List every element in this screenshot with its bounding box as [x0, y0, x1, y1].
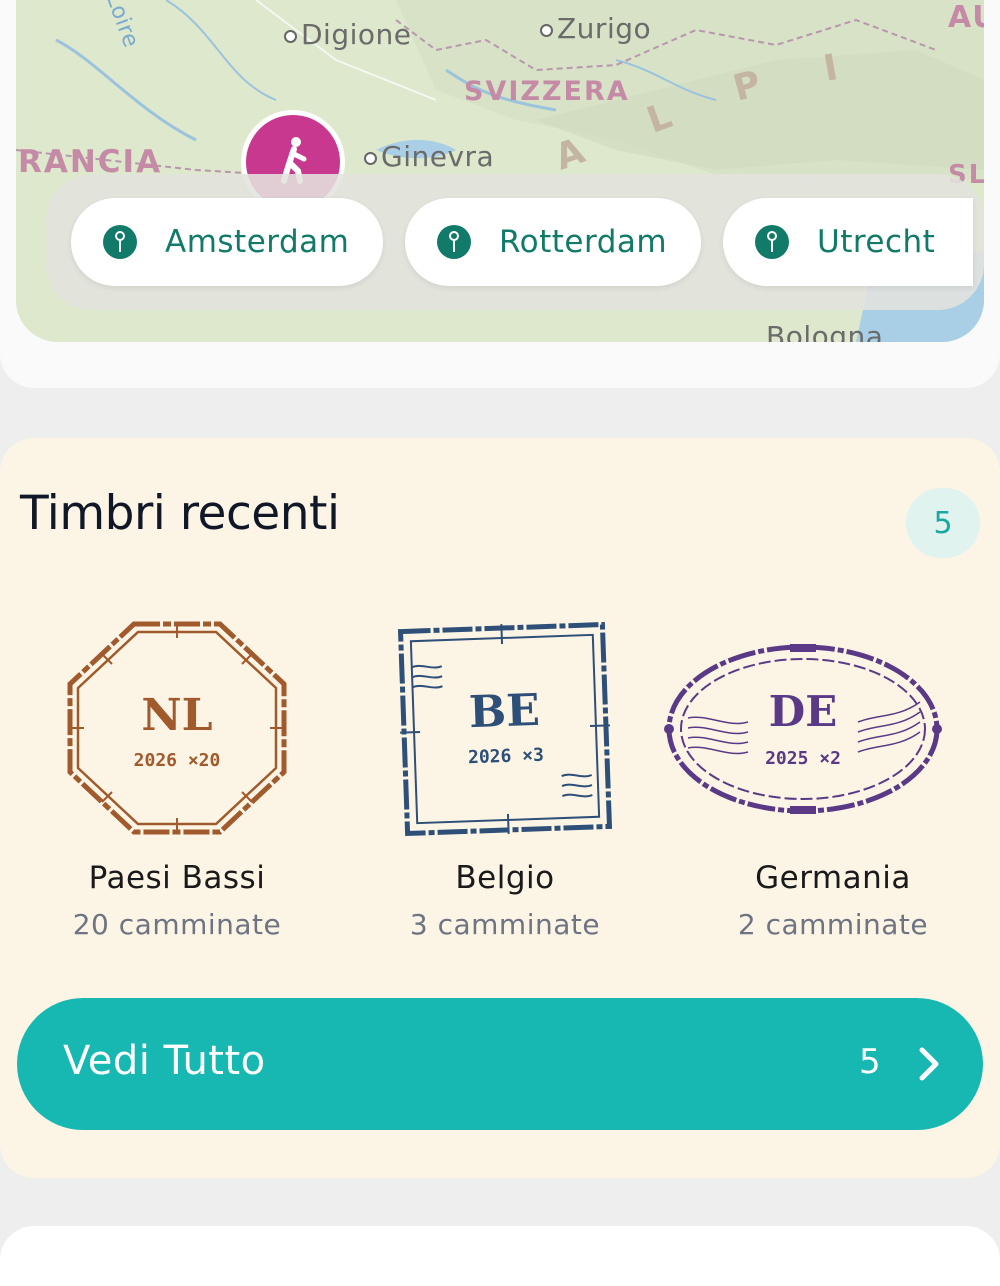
see-all-button[interactable]: Vedi Tutto 5 — [17, 998, 983, 1130]
pin-icon — [103, 225, 137, 259]
nearby-cities-bar[interactable]: Amsterdam Rotterdam Utrecht — [46, 174, 984, 310]
stamp-country-name: Germania — [755, 860, 911, 896]
map-label-zurigo-text: Zurigo — [557, 12, 652, 45]
map-label-digione-text: Digione — [301, 18, 412, 51]
city-dot-icon — [540, 23, 553, 37]
city-chip-utrecht[interactable]: Utrecht — [723, 198, 973, 286]
stamp-code: BE — [468, 685, 540, 738]
chevron-right-icon — [919, 1047, 939, 1081]
city-chip-rotterdam[interactable]: Rotterdam — [405, 198, 701, 286]
pin-icon — [437, 225, 471, 259]
stamp-country-name: Belgio — [455, 860, 555, 896]
map-card: Loire Digione Zurigo AU SVIZZERA RANCIA … — [0, 0, 1000, 388]
stamp-item-de[interactable]: DE 2025 ×2 Germania 2 camminate — [664, 618, 998, 941]
next-card — [0, 1226, 1000, 1286]
stamp-code: DE — [769, 687, 837, 736]
pin-icon — [755, 225, 789, 259]
see-all-label: Vedi Tutto — [63, 1038, 266, 1084]
map-label-au: AU — [948, 0, 984, 35]
map-label-ginevra-text: Ginevra — [381, 140, 495, 173]
stamp-meta: 2025 ×2 — [765, 748, 841, 769]
map-label-bologna: Bologna — [766, 320, 884, 342]
city-dot-icon — [364, 151, 377, 165]
stamp-walk-count: 3 camminate — [409, 908, 601, 941]
stamp-nl-icon: NL 2026 ×20 — [67, 621, 287, 835]
stamp-code: NL — [141, 690, 212, 741]
stamps-count-badge: 5 — [906, 488, 980, 558]
city-chip-label: Utrecht — [817, 224, 936, 260]
stamp-country-name: Paesi Bassi — [88, 860, 266, 896]
map-label-digione: Digione — [284, 18, 412, 51]
city-chip-label: Amsterdam — [165, 224, 350, 260]
map-view[interactable]: Loire Digione Zurigo AU SVIZZERA RANCIA … — [16, 0, 984, 342]
recent-stamps-card: Timbri recenti 5 NL 2026 ×20 Paesi Bassi… — [0, 438, 1000, 1178]
see-all-count: 5 — [859, 1042, 881, 1082]
map-label-ginevra: Ginevra — [364, 140, 494, 173]
map-label-zurigo: Zurigo — [540, 12, 651, 45]
stamp-be-icon: BE 2026 ×3 — [397, 621, 613, 837]
stamp-walk-count: 2 camminate — [737, 908, 929, 941]
section-title: Timbri recenti — [20, 486, 340, 541]
city-dot-icon — [284, 29, 297, 43]
stamp-meta: 2026 ×20 — [134, 750, 221, 771]
stamp-de-icon: DE 2025 ×2 — [664, 644, 942, 814]
stamp-item-nl[interactable]: NL 2026 ×20 Paesi Bassi 20 camminate — [12, 618, 342, 941]
stamp-walk-count: 20 camminate — [72, 908, 282, 941]
stamp-item-be[interactable]: BE 2026 ×3 Belgio 3 camminate — [340, 618, 670, 941]
city-chip-amsterdam[interactable]: Amsterdam — [71, 198, 383, 286]
map-label-svizzera: SVIZZERA — [464, 76, 630, 107]
city-chip-label: Rotterdam — [499, 224, 668, 260]
stamp-meta: 2026 ×3 — [468, 745, 545, 769]
